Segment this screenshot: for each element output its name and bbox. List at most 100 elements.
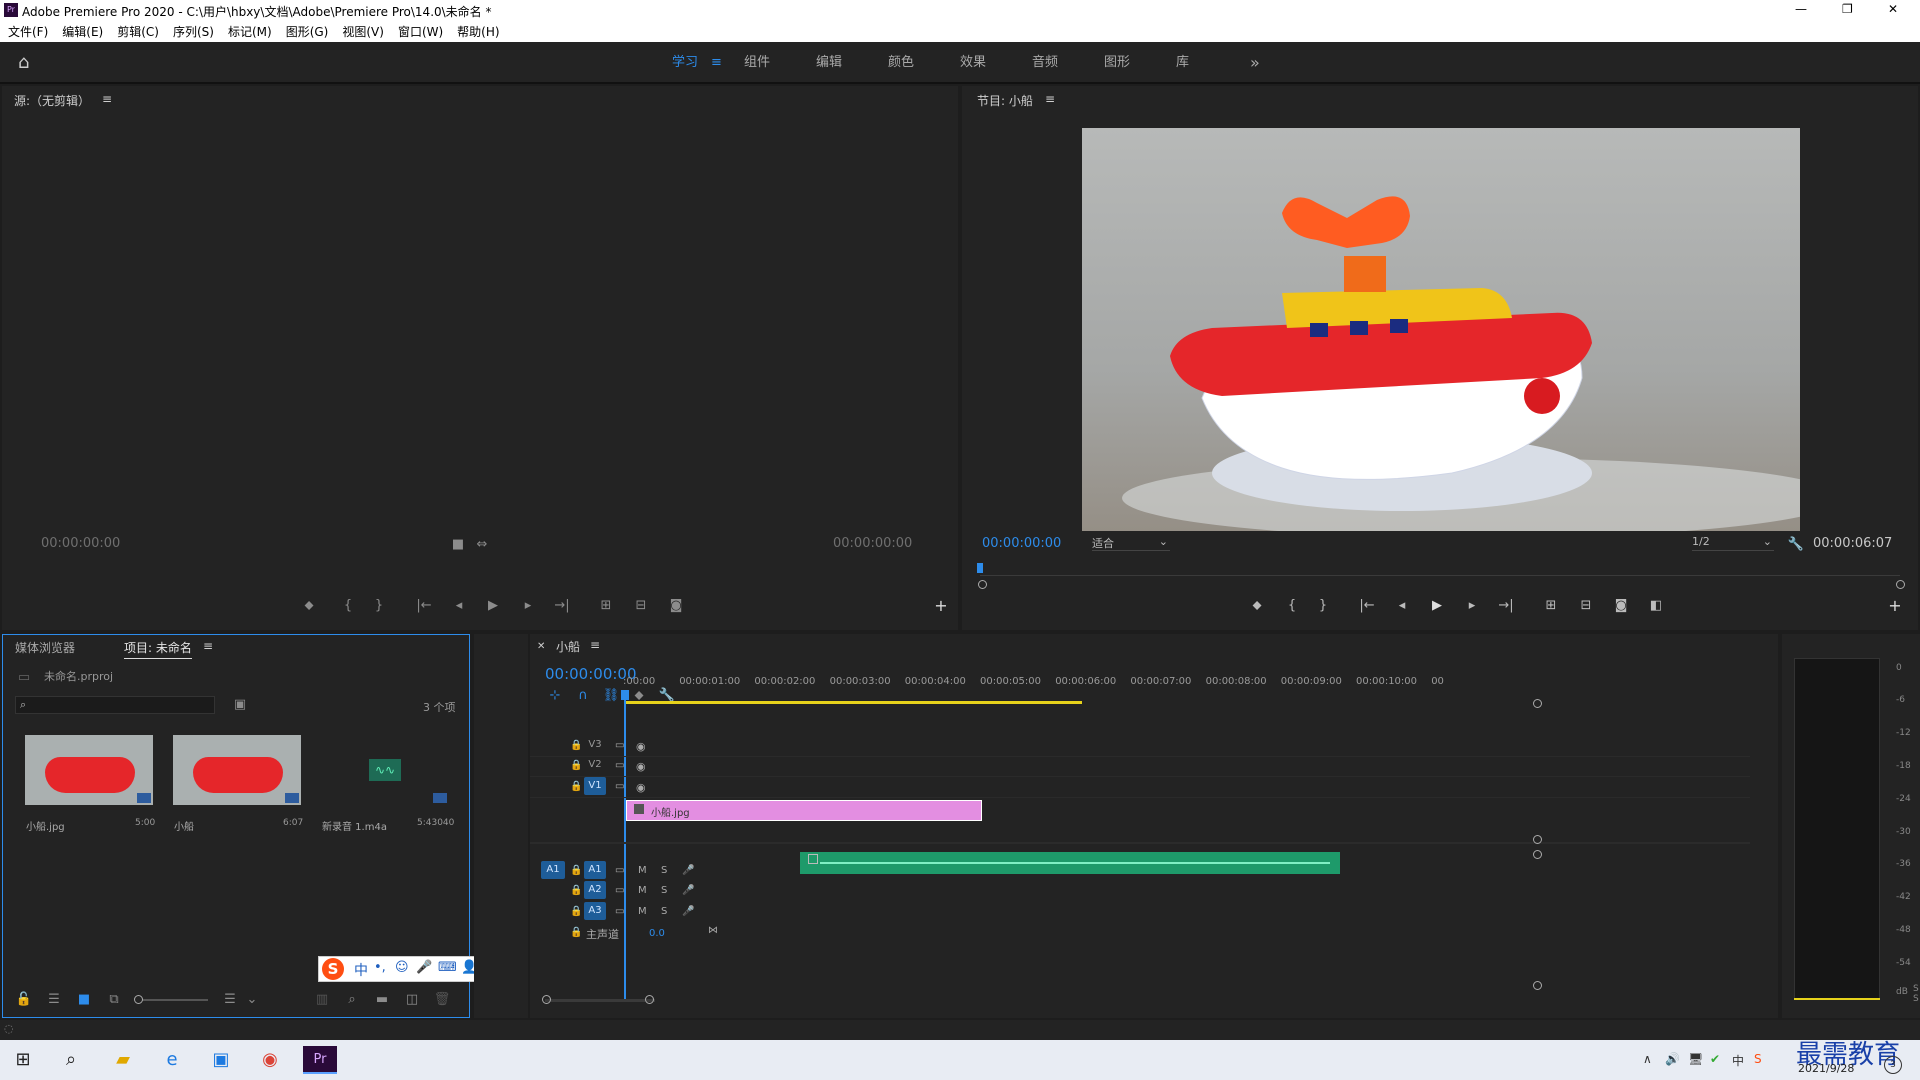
playhead-timecode[interactable]: 00:00:00:00	[982, 536, 1061, 551]
step-back-icon[interactable]: ◂	[450, 598, 468, 614]
workspace-libraries[interactable]: 库	[1176, 42, 1189, 84]
track-lock-icon[interactable]: 🔒	[570, 865, 582, 876]
mark-out-icon[interactable]: }	[1314, 598, 1332, 614]
track-lock-icon[interactable]: 🔒	[570, 885, 582, 896]
new-bin-from-search-icon[interactable]: ▣	[231, 697, 249, 713]
export-frame-icon[interactable]: ◙	[667, 598, 685, 614]
track-target-V3[interactable]: V3	[584, 736, 606, 754]
play-icon[interactable]: ▶	[484, 598, 502, 614]
step-forward-icon[interactable]: ▸	[1463, 598, 1481, 614]
work-area-bar[interactable]	[626, 701, 1082, 704]
vertical-zoom-handle[interactable]	[1533, 835, 1542, 844]
new-item-icon[interactable]: ◫	[403, 992, 421, 1008]
mute-button[interactable]: M	[638, 865, 647, 876]
sequence-tab[interactable]: 小船	[556, 638, 580, 655]
lock-icon[interactable]: 🔓	[15, 992, 33, 1008]
eye-icon[interactable]: ◉	[636, 740, 646, 753]
resolution-dropdown[interactable]: 1/2 ⌄	[1692, 535, 1774, 551]
emoji-icon[interactable]: ☺	[395, 960, 409, 975]
extract-icon[interactable]: ⊟	[1577, 598, 1595, 614]
zoom-slider-handle[interactable]	[134, 995, 143, 1004]
vertical-zoom-handle[interactable]	[1533, 699, 1542, 708]
workspace-color[interactable]: 颜色	[888, 42, 914, 84]
mark-in-icon[interactable]: {	[1283, 598, 1301, 614]
microphone-icon[interactable]: 🎤	[416, 960, 432, 975]
vertical-zoom-handle[interactable]	[1533, 850, 1542, 859]
tray-up-icon[interactable]: ∧	[1643, 1052, 1652, 1066]
panel-menu-icon[interactable]: ≡	[102, 92, 112, 106]
search-input[interactable]: ⌕	[15, 696, 215, 714]
ime-tray-icon[interactable]: 中	[1732, 1052, 1744, 1069]
workspace-menu-icon[interactable]: ≡	[711, 42, 722, 84]
button-editor-icon[interactable]: +	[1886, 598, 1904, 614]
vertical-zoom-handle[interactable]	[1533, 981, 1542, 990]
icon-view-icon[interactable]: ■	[75, 992, 93, 1008]
play-icon[interactable]: ▶	[1428, 598, 1446, 614]
menu-sequence[interactable]: 序列(S)	[173, 22, 214, 42]
workspace-learn[interactable]: 学习	[672, 42, 698, 84]
track-lock-icon[interactable]: 🔒	[570, 740, 582, 751]
zoom-slider[interactable]	[134, 995, 208, 1004]
insert-icon[interactable]: ⊞	[597, 598, 615, 614]
track-target-V2[interactable]: V2	[584, 756, 606, 774]
sync-lock-icon[interactable]: ▭	[615, 906, 624, 917]
solo-button[interactable]: S	[1913, 994, 1919, 1004]
menu-window[interactable]: 窗口(W)	[398, 22, 443, 42]
add-marker-icon[interactable]: ⬥	[300, 598, 318, 614]
menu-help[interactable]: 帮助(H)	[457, 22, 499, 42]
minimize-button[interactable]: —	[1795, 2, 1807, 16]
master-volume-value[interactable]: 0.0	[649, 928, 665, 939]
automate-to-sequence-icon[interactable]: ▥	[313, 992, 331, 1008]
sync-lock-icon[interactable]: ▭	[615, 781, 624, 792]
new-bin-icon[interactable]: ▬	[373, 992, 391, 1008]
keyboard-icon[interactable]: ⌨	[438, 960, 457, 975]
workspace-effects[interactable]: 效果	[960, 42, 986, 84]
go-to-out-icon[interactable]: →|	[553, 598, 571, 614]
mark-in-icon[interactable]: {	[339, 598, 357, 614]
premiere-taskbar-icon[interactable]: Pr	[303, 1046, 337, 1074]
playhead-marker[interactable]	[977, 563, 983, 573]
track-target-V1[interactable]: V1	[584, 777, 606, 795]
menu-markers[interactable]: 标记(M)	[228, 22, 272, 42]
sogou-tray-icon[interactable]: S	[1754, 1052, 1762, 1066]
program-video-frame[interactable]	[1082, 128, 1800, 531]
punctuation-icon[interactable]: •,	[374, 960, 386, 975]
solo-button[interactable]: S	[1913, 984, 1919, 994]
workspace-editing[interactable]: 编辑	[816, 42, 842, 84]
clear-icon[interactable]: 🗑	[433, 992, 451, 1008]
tab-media-browser[interactable]: 媒体浏览器	[15, 639, 75, 656]
project-item[interactable]	[25, 735, 153, 805]
menu-graphics[interactable]: 图形(G)	[286, 22, 329, 42]
sync-lock-icon[interactable]: ▭	[615, 760, 624, 771]
panel-menu-icon[interactable]: ≡	[1045, 92, 1055, 106]
eye-icon[interactable]: ◉	[636, 760, 646, 773]
more-workspaces-button[interactable]: »	[1250, 42, 1260, 84]
source-patch-A1[interactable]: A1	[541, 861, 565, 879]
mute-button[interactable]: M	[638, 906, 647, 917]
menu-edit[interactable]: 编辑(E)	[62, 22, 103, 42]
solo-button[interactable]: S	[661, 906, 667, 917]
overwrite-icon[interactable]: ⊟	[632, 598, 650, 614]
edge-browser-icon[interactable]: e	[157, 1046, 187, 1074]
notification-icon[interactable]: 3	[1884, 1056, 1902, 1074]
track-target-A2[interactable]: A2	[584, 881, 606, 899]
network-icon[interactable]: 🖥	[1688, 1052, 1703, 1066]
project-item[interactable]	[173, 735, 301, 805]
menu-clip[interactable]: 剪辑(C)	[117, 22, 159, 42]
step-forward-icon[interactable]: ▸	[519, 598, 537, 614]
solo-button[interactable]: S	[661, 865, 667, 876]
snap-icon[interactable]: ∩	[574, 688, 592, 704]
source-monitor-title[interactable]: 源:（无剪辑）	[14, 92, 90, 109]
mute-button[interactable]: M	[638, 885, 647, 896]
voice-over-icon[interactable]: 🎤	[682, 906, 694, 917]
workspace-audio[interactable]: 音频	[1032, 42, 1058, 84]
add-marker-icon[interactable]: ⬥	[1248, 598, 1266, 614]
step-back-icon[interactable]: ◂	[1393, 598, 1411, 614]
solo-button[interactable]: S	[661, 885, 667, 896]
app-icon[interactable]: ▣	[206, 1046, 236, 1074]
track-lock-icon[interactable]: 🔒	[570, 760, 582, 771]
audio-clip[interactable]	[800, 852, 1340, 874]
file-explorer-icon[interactable]: ▰	[108, 1046, 138, 1074]
sort-icon[interactable]: ☰	[221, 992, 239, 1008]
master-expand-icon[interactable]: ⋈	[708, 925, 718, 936]
